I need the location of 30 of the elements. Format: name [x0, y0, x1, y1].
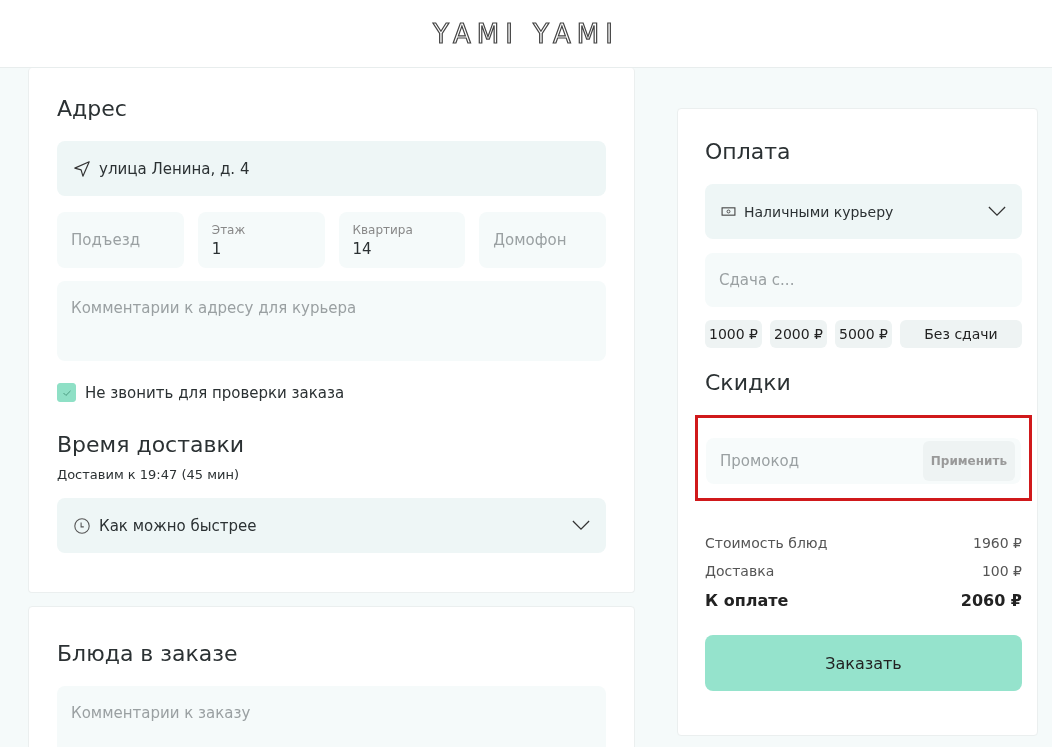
- logo[interactable]: YAMI YAMI: [433, 18, 619, 49]
- section-title: Скидки: [705, 370, 792, 395]
- input-field[interactable]: Этаж 1: [197, 212, 325, 268]
- section-title: Блюда в заказе: [57, 641, 239, 666]
- banknote-icon: [721, 206, 736, 217]
- payment-select[interactable]: Наличными курьеру: [705, 184, 1022, 239]
- section-title: Адрес: [57, 96, 128, 121]
- total-label: Доставка: [705, 563, 775, 579]
- change-option[interactable]: 5000 ₽: [835, 320, 892, 348]
- input-field[interactable]: Квартира 14: [338, 212, 466, 268]
- change-option[interactable]: 1000 ₽: [705, 320, 762, 348]
- delivery-estimate: Доставим к 19:47 (45 мин): [57, 467, 240, 482]
- chevron-down-icon: [572, 520, 590, 531]
- address-field[interactable]: улица Ленина, д. 4: [57, 141, 606, 196]
- clock-icon: [73, 516, 91, 535]
- order-button[interactable]: Заказать: [705, 635, 1022, 691]
- chevron-down-icon: [988, 206, 1006, 217]
- total-value: 1960 ₽: [973, 535, 1022, 551]
- total-label: Стоимость блюд: [705, 535, 828, 551]
- section-title: Время доставки: [57, 432, 246, 457]
- total-label: К оплате: [705, 591, 789, 610]
- navigation-arrow-icon: [73, 159, 91, 178]
- section-title: Оплата: [705, 139, 792, 164]
- time-select[interactable]: Как можно быстрее: [57, 498, 606, 553]
- change-option[interactable]: Без сдачи: [900, 320, 1022, 348]
- checkbox-label: Не звонить для проверки заказа: [85, 383, 345, 402]
- change-option[interactable]: 2000 ₽: [770, 320, 827, 348]
- total-value: 100 ₽: [981, 563, 1022, 579]
- total-value: 2060 ₽: [960, 591, 1022, 610]
- checkbox[interactable]: [57, 383, 76, 402]
